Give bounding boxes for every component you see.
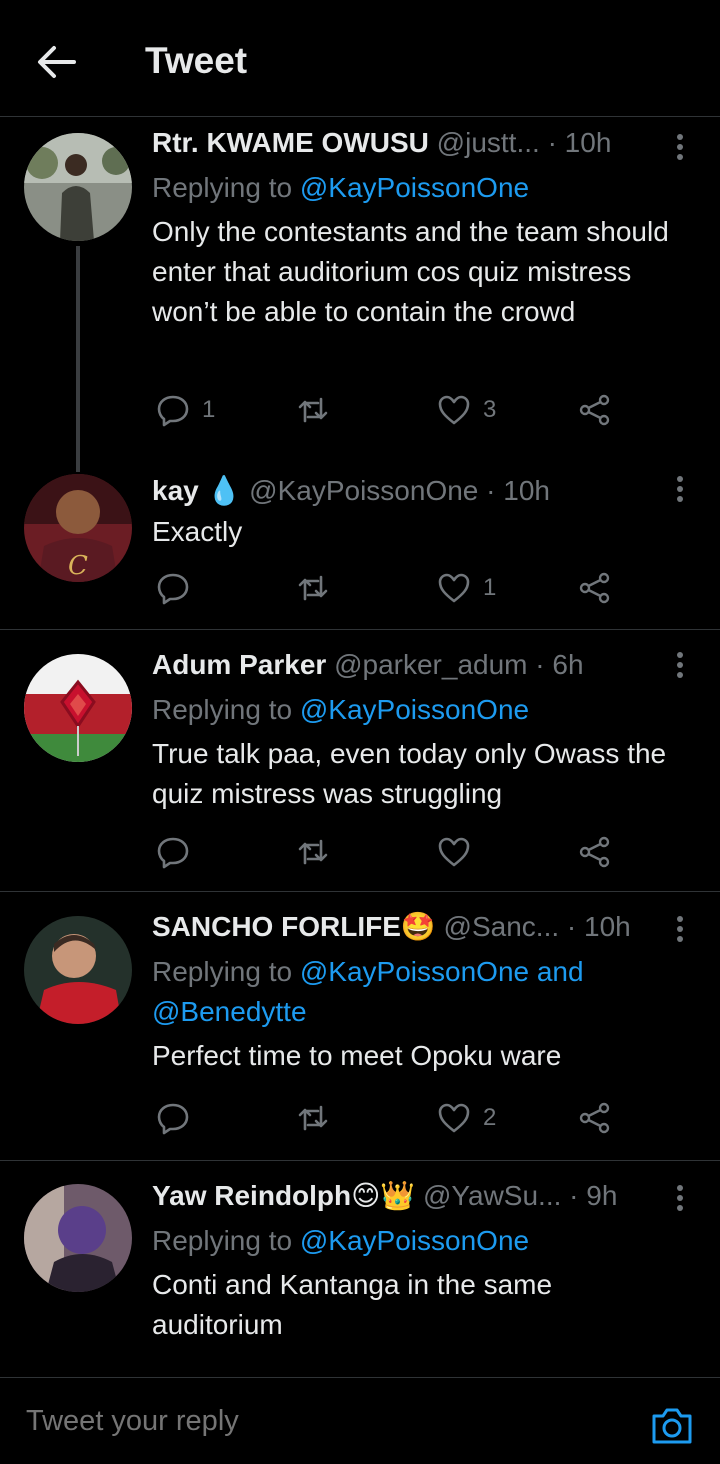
- tweet-text: Exactly: [152, 516, 243, 547]
- reply-icon: [157, 395, 189, 427]
- user-handle[interactable]: @YawSu...: [423, 1180, 561, 1211]
- reply-button[interactable]: 1: [156, 390, 215, 430]
- tweet-text: Perfect time to meet Opoku ware: [152, 1040, 562, 1071]
- share-icon: [579, 1102, 610, 1134]
- share-button[interactable]: [578, 568, 612, 608]
- replying-to: Replying to @KayPoissonOne: [152, 172, 530, 203]
- reply-composer: [0, 1377, 720, 1464]
- avatar[interactable]: [24, 1184, 132, 1292]
- user-handle[interactable]: @KayPoissonOne: [249, 475, 478, 506]
- like-button[interactable]: 1: [437, 568, 496, 608]
- user-name[interactable]: kay: [152, 475, 199, 506]
- tweet[interactable]: SANCHO FORLIFE🤩 @Sanc... · 10h Replying …: [0, 892, 720, 1161]
- heart-icon: [438, 1103, 470, 1133]
- tweet-text: Conti and Kantanga in the same auditoriu…: [152, 1269, 553, 1340]
- tweet[interactable]: Adum Parker @parker_adum · 6h Replying t…: [0, 630, 720, 892]
- more-options-icon[interactable]: [676, 476, 684, 504]
- share-button[interactable]: [578, 832, 612, 872]
- reply-button[interactable]: [156, 568, 202, 608]
- like-count: 2: [483, 1104, 497, 1131]
- retweet-icon: [298, 839, 328, 865]
- retweet-icon: [298, 575, 328, 601]
- heart-icon: [438, 573, 470, 603]
- retweet-button[interactable]: [296, 1098, 342, 1138]
- avatar[interactable]: [24, 133, 132, 241]
- user-handle[interactable]: @justt...: [437, 127, 540, 158]
- user-name[interactable]: Yaw Reindolph: [152, 1180, 351, 1211]
- camera-icon[interactable]: [650, 1406, 694, 1446]
- reply-input[interactable]: [24, 1404, 588, 1439]
- mention-link[interactable]: @KayPoissonOne: [300, 172, 529, 203]
- timestamp[interactable]: · 10h: [567, 911, 631, 942]
- reply-icon: [157, 837, 189, 869]
- more-options-icon[interactable]: [676, 1185, 684, 1213]
- retweet-icon: [298, 397, 328, 423]
- retweet-button[interactable]: [296, 568, 342, 608]
- user-name[interactable]: SANCHO FORLIFE: [152, 911, 401, 942]
- user-handle[interactable]: @Sanc...: [444, 911, 560, 942]
- like-button[interactable]: [437, 832, 483, 872]
- tweet-text: Only the contestants and the team should…: [152, 216, 669, 327]
- more-options-icon[interactable]: [676, 134, 684, 162]
- heart-icon: [438, 395, 470, 425]
- user-name[interactable]: Rtr. KWAME OWUSU: [152, 127, 429, 158]
- replying-to: Replying to @KayPoissonOne and @Benedytt…: [152, 956, 584, 1027]
- reply-button[interactable]: [156, 1098, 202, 1138]
- reply-icon: [157, 573, 189, 605]
- share-icon: [579, 836, 610, 868]
- retweet-button[interactable]: [296, 390, 342, 430]
- like-count: 1: [483, 574, 497, 601]
- timestamp[interactable]: · 6h: [535, 649, 583, 680]
- name-emoji: 🤩: [400, 911, 436, 942]
- share-icon: [579, 572, 610, 604]
- reply-button[interactable]: [156, 832, 202, 872]
- back-arrow-icon[interactable]: [36, 44, 76, 80]
- share-button[interactable]: [578, 390, 612, 430]
- mention-link[interactable]: @KayPoissonOne: [300, 694, 529, 725]
- tweet[interactable]: Rtr. KWAME OWUSU @justt... · 10h Replyin…: [0, 116, 720, 472]
- share-button[interactable]: [578, 1098, 612, 1138]
- timestamp[interactable]: · 10h: [548, 127, 612, 158]
- like-button[interactable]: 3: [437, 390, 496, 430]
- retweet-button[interactable]: [296, 832, 342, 872]
- avatar[interactable]: C: [24, 474, 132, 582]
- share-icon: [579, 394, 610, 426]
- avatar[interactable]: [24, 654, 132, 762]
- more-options-icon[interactable]: [676, 652, 684, 680]
- tweet[interactable]: C kay 💧 @KayPoissonOne · 10h Exactly 1: [0, 472, 720, 630]
- timestamp[interactable]: · 10h: [486, 475, 550, 506]
- user-name[interactable]: Adum Parker: [152, 649, 326, 680]
- more-options-icon[interactable]: [676, 916, 684, 944]
- reply-count: 1: [202, 396, 216, 423]
- reply-icon: [157, 1103, 189, 1135]
- mention-link[interactable]: @KayPoissonOne: [300, 1225, 529, 1256]
- name-emoji: 😊👑: [351, 1180, 416, 1211]
- thread-line: [76, 246, 80, 472]
- heart-icon: [438, 837, 470, 867]
- tweet[interactable]: Yaw Reindolph😊👑 @YawSu... · 9h Replying …: [0, 1161, 720, 1377]
- tweet-text: True talk paa, even today only Owass the…: [152, 738, 667, 809]
- replying-to: Replying to @KayPoissonOne: [152, 1225, 530, 1256]
- avatar[interactable]: [24, 916, 132, 1024]
- like-count: 3: [483, 396, 497, 423]
- page-title: Tweet: [145, 40, 248, 81]
- svg-text:C: C: [68, 551, 88, 581]
- replying-to: Replying to @KayPoissonOne: [152, 694, 530, 725]
- timestamp[interactable]: · 9h: [569, 1180, 617, 1211]
- user-handle[interactable]: @parker_adum: [334, 649, 527, 680]
- like-button[interactable]: 2: [437, 1098, 496, 1138]
- top-bar: Tweet: [0, 0, 720, 117]
- retweet-icon: [298, 1105, 328, 1131]
- name-emoji: 💧: [206, 475, 242, 506]
